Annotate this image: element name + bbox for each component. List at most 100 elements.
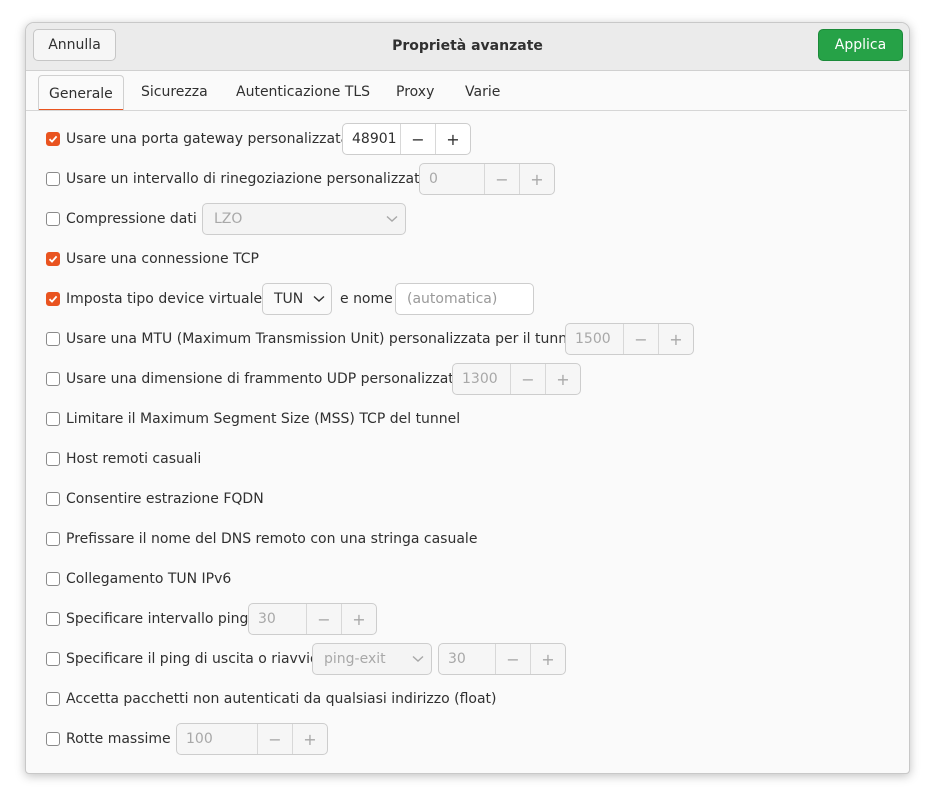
option-renegotiation[interactable]: Usare un intervallo di rinegoziazione pe… xyxy=(46,163,428,195)
gateway-port-spinbutton[interactable]: 48901 − + xyxy=(342,123,471,155)
option-tcp[interactable]: Usare una connessione TCP xyxy=(46,243,259,275)
checkmark-icon xyxy=(48,255,58,263)
ping-interval-value[interactable]: 30 xyxy=(249,604,306,634)
mtu-label: Usare una MTU (Maximum Transmission Unit… xyxy=(66,331,585,347)
plus-icon[interactable]: + xyxy=(658,324,693,354)
dns-prefix-label: Prefissare il nome del DNS remoto con un… xyxy=(66,531,478,547)
option-device-type[interactable]: Imposta tipo device virtuale xyxy=(46,283,262,315)
checkmark-icon xyxy=(48,135,58,143)
option-compression[interactable]: Compressione dati xyxy=(46,203,197,235)
option-fqdn[interactable]: Consentire estrazione FQDN xyxy=(46,483,264,515)
device-type-label: Imposta tipo device virtuale xyxy=(66,291,263,307)
mtu-value[interactable]: 1500 xyxy=(566,324,623,354)
ping-interval-label: Specificare intervallo ping xyxy=(66,611,249,627)
plus-icon[interactable]: + xyxy=(341,604,376,634)
checkmark-icon xyxy=(48,295,58,303)
checkbox-mss[interactable] xyxy=(46,412,60,426)
device-name-field[interactable] xyxy=(395,283,534,315)
mtu-spinbutton[interactable]: 1500 − + xyxy=(565,323,694,355)
tab-proxy[interactable]: Proxy xyxy=(396,75,434,109)
checkbox-renegotiation[interactable] xyxy=(46,172,60,186)
checkbox-fqdn[interactable] xyxy=(46,492,60,506)
minus-icon[interactable]: − xyxy=(510,364,545,394)
checkbox-ping-exit[interactable] xyxy=(46,652,60,666)
fragment-spinbutton[interactable]: 1300 − + xyxy=(452,363,581,395)
option-gateway-port[interactable]: Usare una porta gateway personalizzata xyxy=(46,123,349,155)
checkbox-tun-ipv6[interactable] xyxy=(46,572,60,586)
checkbox-dns-prefix[interactable] xyxy=(46,532,60,546)
chevron-down-icon xyxy=(307,295,331,303)
plus-icon[interactable]: + xyxy=(292,724,327,754)
checkbox-float[interactable] xyxy=(46,692,60,706)
mss-label: Limitare il Maximum Segment Size (MSS) T… xyxy=(66,411,461,427)
device-type-selected: TUN xyxy=(274,291,304,307)
tab-sicurezza[interactable]: Sicurezza xyxy=(141,75,208,109)
option-dns-prefix[interactable]: Prefissare il nome del DNS remoto con un… xyxy=(46,523,477,555)
option-mss[interactable]: Limitare il Maximum Segment Size (MSS) T… xyxy=(46,403,460,435)
device-name-label: e nome xyxy=(340,291,393,307)
ping-interval-spinbutton[interactable]: 30 − + xyxy=(248,603,377,635)
option-ping-exit[interactable]: Specificare il ping di uscita o riavvio xyxy=(46,643,319,675)
ping-exit-spinbutton[interactable]: 30 − + xyxy=(438,643,566,675)
ping-exit-value[interactable]: 30 xyxy=(439,644,495,674)
header-bar: Annulla Proprietà avanzate Applica xyxy=(26,23,909,71)
checkbox-gateway-port[interactable] xyxy=(46,132,60,146)
tcp-label: Usare una connessione TCP xyxy=(66,251,259,267)
minus-icon[interactable]: − xyxy=(400,124,435,154)
option-tun-ipv6[interactable]: Collegamento TUN IPv6 xyxy=(46,563,231,595)
checkbox-device-type[interactable] xyxy=(46,292,60,306)
fqdn-label: Consentire estrazione FQDN xyxy=(66,491,264,507)
fragment-value[interactable]: 1300 xyxy=(453,364,510,394)
minus-icon[interactable]: − xyxy=(623,324,658,354)
device-type-combobox[interactable]: TUN xyxy=(262,283,332,315)
checkbox-random-hosts[interactable] xyxy=(46,452,60,466)
renegotiation-label: Usare un intervallo di rinegoziazione pe… xyxy=(66,171,429,187)
option-float[interactable]: Accetta pacchetti non autenticati da qua… xyxy=(46,683,497,715)
plus-icon[interactable]: + xyxy=(545,364,580,394)
tab-autenticazione-tls[interactable]: Autenticazione TLS xyxy=(236,75,370,109)
checkbox-tcp[interactable] xyxy=(46,252,60,266)
max-routes-label: Rotte massime xyxy=(66,731,171,747)
tab-generale[interactable]: Generale xyxy=(38,75,124,111)
plus-icon[interactable]: + xyxy=(530,644,565,674)
plus-icon[interactable]: + xyxy=(519,164,554,194)
device-name-input[interactable] xyxy=(405,290,529,308)
compression-combobox[interactable]: LZO xyxy=(202,203,406,235)
checkbox-fragment[interactable] xyxy=(46,372,60,386)
ping-exit-selected: ping-exit xyxy=(324,651,386,667)
checkbox-max-routes[interactable] xyxy=(46,732,60,746)
option-ping-interval[interactable]: Specificare intervallo ping xyxy=(46,603,248,635)
random-hosts-label: Host remoti casuali xyxy=(66,451,202,467)
apply-button[interactable]: Applica xyxy=(818,29,903,61)
max-routes-value[interactable]: 100 xyxy=(177,724,257,754)
checkbox-compression[interactable] xyxy=(46,212,60,226)
plus-icon[interactable]: + xyxy=(435,124,470,154)
cancel-button[interactable]: Annulla xyxy=(33,29,116,61)
option-max-routes[interactable]: Rotte massime xyxy=(46,723,171,755)
dialog-title: Proprietà avanzate xyxy=(392,38,543,54)
float-label: Accetta pacchetti non autenticati da qua… xyxy=(66,691,497,707)
dialog-window: Annulla Proprietà avanzate Applica Gener… xyxy=(25,22,910,774)
checkbox-mtu[interactable] xyxy=(46,332,60,346)
fragment-label: Usare una dimensione di frammento UDP pe… xyxy=(66,371,463,387)
max-routes-spinbutton[interactable]: 100 − + xyxy=(176,723,328,755)
ping-exit-combobox[interactable]: ping-exit xyxy=(312,643,432,675)
tab-varie[interactable]: Varie xyxy=(465,75,500,109)
tun-ipv6-label: Collegamento TUN IPv6 xyxy=(66,571,232,587)
tab-bar: Generale Sicurezza Autenticazione TLS Pr… xyxy=(26,71,909,111)
checkbox-ping-interval[interactable] xyxy=(46,612,60,626)
option-random-hosts[interactable]: Host remoti casuali xyxy=(46,443,201,475)
minus-icon[interactable]: − xyxy=(306,604,341,634)
compression-label: Compressione dati xyxy=(66,211,197,227)
chevron-down-icon xyxy=(379,215,405,223)
option-fragment[interactable]: Usare una dimensione di frammento UDP pe… xyxy=(46,363,462,395)
ping-exit-label: Specificare il ping di uscita o riavvio xyxy=(66,651,319,667)
option-mtu[interactable]: Usare una MTU (Maximum Transmission Unit… xyxy=(46,323,584,355)
minus-icon[interactable]: − xyxy=(257,724,292,754)
renegotiation-spinbutton[interactable]: 0 − + xyxy=(419,163,555,195)
minus-icon[interactable]: − xyxy=(484,164,519,194)
renegotiation-value[interactable]: 0 xyxy=(420,164,484,194)
minus-icon[interactable]: − xyxy=(495,644,530,674)
gateway-port-value[interactable]: 48901 xyxy=(343,124,400,154)
chevron-down-icon xyxy=(405,655,431,663)
